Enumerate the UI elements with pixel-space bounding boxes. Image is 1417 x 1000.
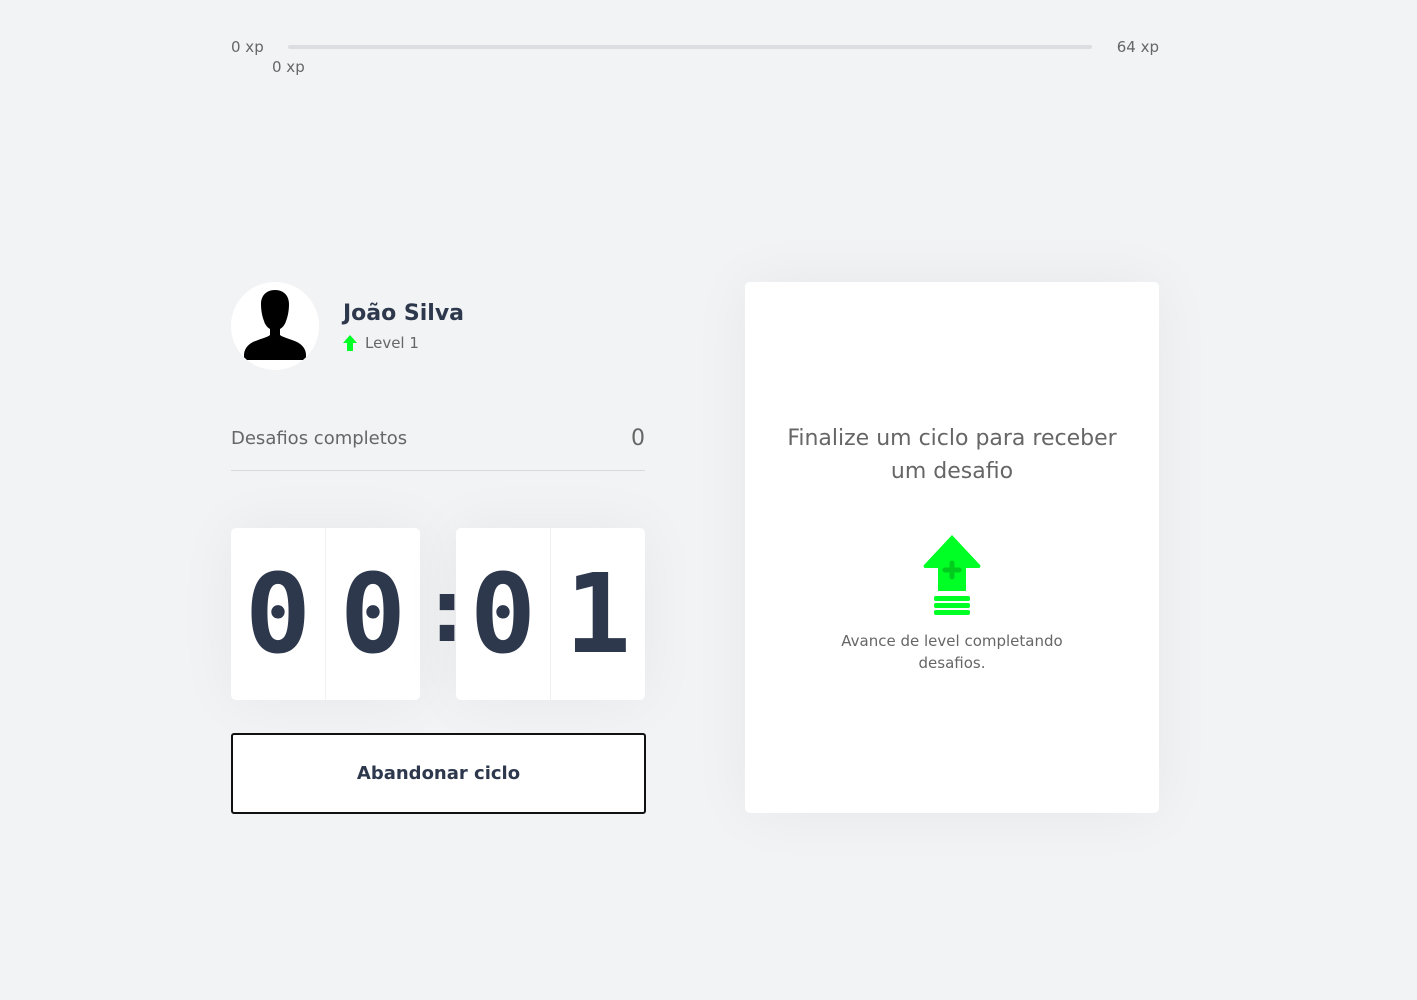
xp-max-label: 64 xp (1116, 38, 1159, 56)
profile-info: João Silva Level 1 (343, 301, 464, 352)
profile: João Silva Level 1 (231, 282, 645, 370)
countdown-seconds: 0 1 (456, 528, 645, 700)
countdown: 0 0 : 0 1 (231, 528, 645, 700)
experience-bar: 0 xp 0 xp 64 xp (231, 36, 1159, 76)
avatar (231, 282, 319, 370)
profile-level-label: Level 1 (365, 333, 419, 352)
challenge-hint: Avance de level completando desafios. (841, 632, 1063, 672)
xp-current-label: 0 xp (272, 58, 305, 76)
completed-challenges-label: Desafios completos (231, 428, 408, 449)
profile-name: João Silva (343, 300, 465, 326)
second-digit-right: 1 (550, 528, 645, 700)
completed-challenges-count: 0 (631, 426, 645, 451)
profile-level: Level 1 (343, 334, 464, 352)
person-silhouette-icon (231, 282, 319, 370)
level-up-arrow-icon (343, 334, 357, 351)
minute-digit-right: 0 (325, 528, 420, 700)
second-digit-left: 0 (469, 550, 537, 678)
minute-digit-left: 0 (244, 550, 312, 678)
xp-track (288, 45, 1092, 49)
countdown-separator: : (420, 557, 475, 663)
abandon-cycle-button[interactable]: Abandonar ciclo (231, 733, 646, 814)
page: 0 xp 0 xp 64 xp João Silva Level 1 Desaf… (0, 0, 1417, 1000)
xp-min-label: 0 xp (231, 38, 264, 56)
challenge-title: Finalize um ciclo para receber um desafi… (787, 426, 1117, 484)
countdown-minutes: 0 0 (231, 528, 420, 700)
challenge-box: Finalize um ciclo para receber um desafi… (745, 282, 1159, 813)
completed-challenges: Desafios completos 0 (231, 422, 645, 471)
level-up-arrow-icon (923, 535, 981, 615)
